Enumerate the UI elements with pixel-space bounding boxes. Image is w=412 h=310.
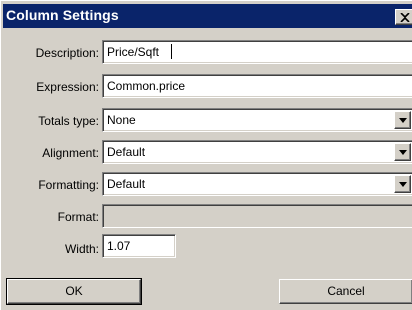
chevron-down-icon [399, 118, 407, 123]
width-label: Width: [64, 242, 99, 256]
format-label: Format: [57, 210, 99, 224]
title-bar[interactable]: Column Settings [3, 4, 412, 28]
description-input[interactable]: Price/Sqft [102, 40, 412, 64]
formatting-select[interactable]: Default [102, 172, 412, 196]
expression-input[interactable]: Common.price [102, 74, 412, 98]
close-icon [400, 13, 410, 22]
totals-type-select[interactable]: None [102, 108, 412, 132]
totals-type-value: None [107, 113, 136, 127]
description-label-row: Description: [1, 46, 99, 60]
totals-label-row: Totals type: [1, 114, 99, 128]
expression-label: Expression: [36, 80, 99, 94]
formatting-value: Default [107, 177, 146, 191]
text-caret [171, 44, 172, 59]
close-button[interactable] [395, 9, 412, 25]
formatting-label: Formatting: [38, 178, 99, 192]
expression-value: Common.price [107, 79, 186, 93]
cancel-button[interactable]: Cancel [279, 279, 412, 304]
cancel-button-label: Cancel [327, 284, 365, 298]
description-label: Description: [35, 46, 99, 60]
alignment-label-row: Alignment: [1, 146, 99, 160]
formatting-dropdown-button[interactable] [394, 175, 411, 193]
alignment-label: Alignment: [42, 146, 99, 160]
width-label-row: Width: [1, 242, 99, 256]
expression-label-row: Expression: [1, 80, 99, 94]
alignment-dropdown-button[interactable] [394, 143, 411, 161]
ok-button-label: OK [65, 284, 83, 298]
description-value: Price/Sqft [107, 45, 160, 59]
formatting-label-row: Formatting: [1, 178, 99, 192]
chevron-down-icon [399, 182, 407, 187]
chevron-down-icon [399, 150, 407, 155]
column-settings-dialog: Column Settings Description: Price/Sqft … [0, 0, 412, 310]
totals-type-dropdown-button[interactable] [394, 111, 411, 129]
window-title: Column Settings [6, 7, 119, 23]
ok-button[interactable]: OK [6, 278, 142, 305]
alignment-select[interactable]: Default [102, 140, 412, 164]
totals-type-label: Totals type: [38, 114, 99, 128]
width-input[interactable]: 1.07 [102, 234, 176, 258]
format-label-row: Format: [1, 210, 99, 224]
alignment-value: Default [107, 145, 146, 159]
width-value: 1.07 [107, 239, 131, 253]
format-input [102, 204, 412, 228]
